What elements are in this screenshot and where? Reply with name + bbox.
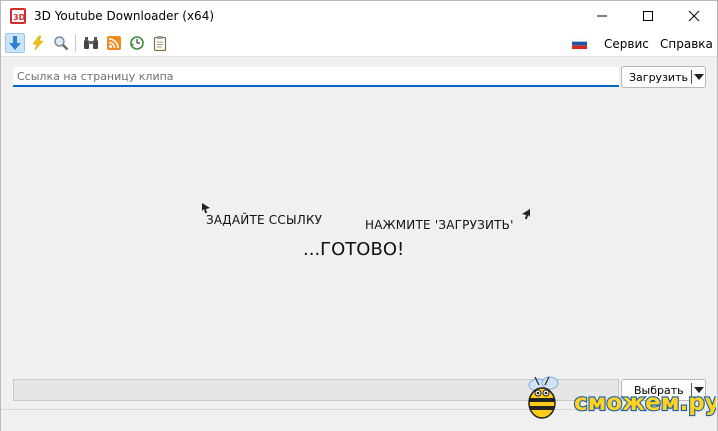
minimize-icon [597, 15, 607, 17]
title-bar[interactable]: 3D 3D Youtube Downloader (x64) [1, 1, 717, 31]
binoculars-icon [84, 37, 98, 49]
chevron-down-icon[interactable] [694, 74, 704, 80]
history-button[interactable] [127, 33, 147, 53]
app-window: 3D 3D Youtube Downloader (x64) Сервис Сп… [0, 0, 718, 431]
quick-download-button[interactable] [28, 33, 48, 53]
hint-set-link: ЗАДАЙТЕ ССЫЛКУ [206, 213, 323, 227]
maximize-button[interactable] [625, 1, 671, 31]
toolbar: Сервис Справка [1, 31, 717, 57]
toolbar-separator [75, 35, 76, 52]
clipboard-icon [153, 36, 167, 51]
maximize-icon [643, 11, 653, 21]
russia-flag-icon[interactable] [572, 38, 587, 49]
rss-button[interactable] [104, 33, 124, 53]
svg-text:3D: 3D [13, 13, 26, 22]
close-icon [688, 10, 700, 22]
rss-icon [107, 36, 121, 50]
lightning-icon [32, 35, 44, 51]
minimize-button[interactable] [579, 1, 625, 31]
find-button[interactable] [81, 33, 101, 53]
window-title: 3D Youtube Downloader (x64) [34, 9, 215, 23]
url-input[interactable] [13, 67, 619, 87]
app-logo-icon: 3D [10, 8, 26, 24]
watermark-logo: сможем.ру [528, 376, 716, 419]
download-button[interactable] [5, 33, 25, 53]
watermark-text: сможем.ру [574, 390, 716, 416]
menu-service[interactable]: Сервис [604, 37, 649, 51]
clipboard-button[interactable] [150, 33, 170, 53]
menu-help[interactable]: Справка [660, 37, 713, 51]
load-button-label: Загрузить [629, 71, 688, 84]
hint-ready: ...ГОТОВО! [303, 239, 405, 260]
magnifier-icon [54, 36, 69, 51]
download-icon [9, 36, 21, 50]
clock-arrow-icon [130, 36, 144, 50]
split-divider [691, 70, 692, 84]
cursor-arrow-icon [522, 209, 530, 219]
load-split-button[interactable]: Загрузить [621, 66, 706, 88]
close-button[interactable] [671, 1, 717, 31]
hint-press-load: НАЖМИТЕ 'ЗАГРУЗИТЬ' [365, 218, 514, 232]
search-button[interactable] [51, 33, 71, 53]
